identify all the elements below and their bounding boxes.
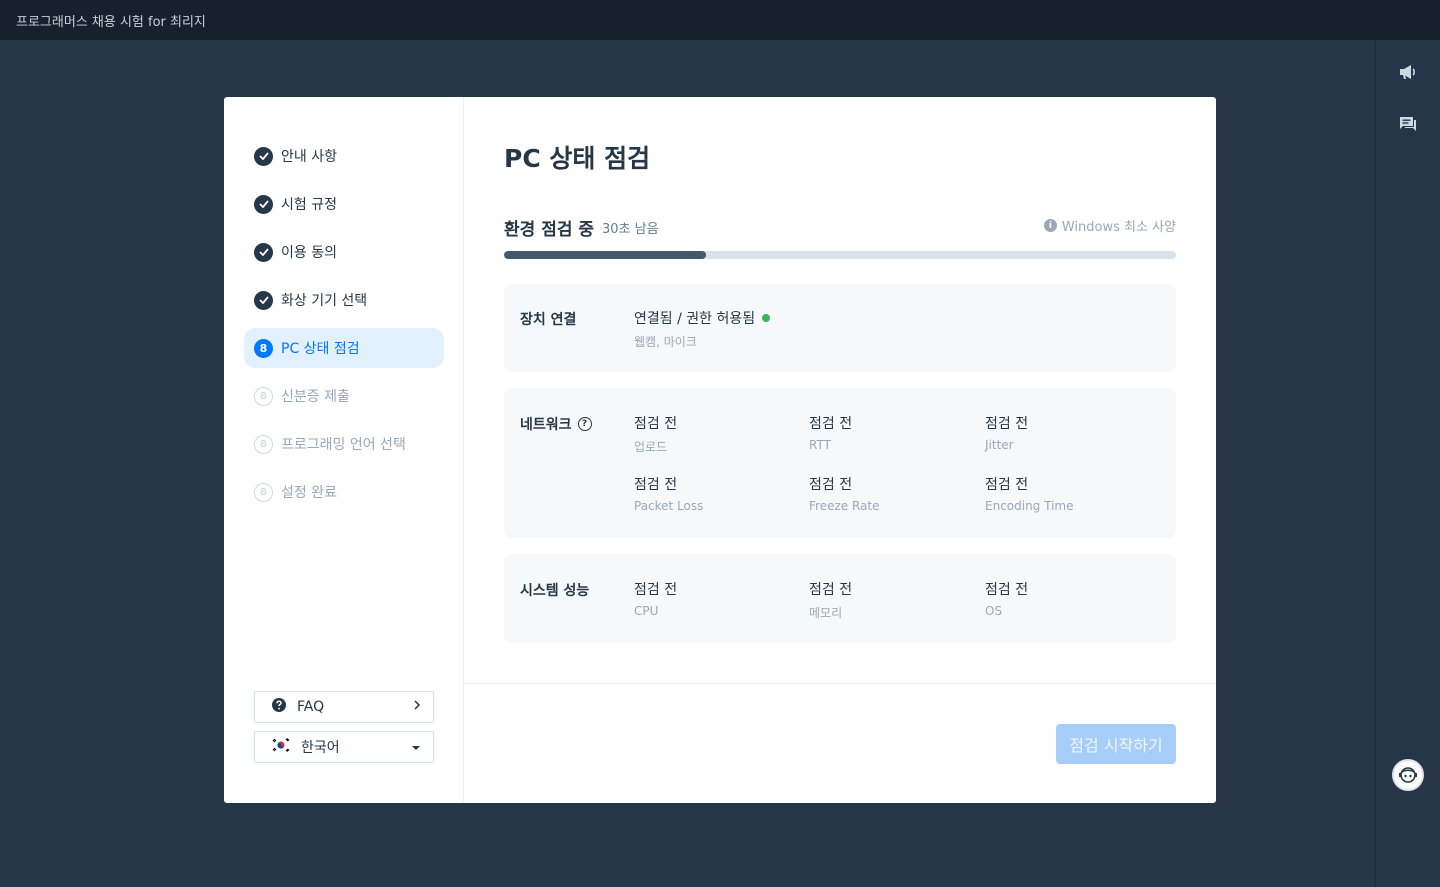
right-rail <box>1375 40 1440 887</box>
progress-title: 환경 점검 중 <box>504 220 595 240</box>
app-title: 프로그래머스 채용 시험 for 최리지 <box>16 15 206 30</box>
step-label: 안내 사항 <box>281 149 337 165</box>
metric-value: 점검 전 <box>634 416 678 432</box>
metric-packet-loss: 점검 전 Packet Loss <box>634 474 703 513</box>
check-icon <box>254 242 273 262</box>
metric-value: 점검 전 <box>809 582 853 598</box>
faq-label: FAQ <box>297 699 325 715</box>
step-label: 프로그래밍 언어 선택 <box>281 437 406 453</box>
network-title: 네트워크 <box>520 417 572 433</box>
metric-label: OS <box>985 604 1003 618</box>
korea-flag-icon <box>271 738 291 756</box>
top-bar: 프로그래머스 채용 시험 for 최리지 <box>0 0 1440 40</box>
check-icon <box>254 194 273 214</box>
setup-modal: 안내 사항 시험 규정 이용 동의 화상 기기 선택 8 PC 상태 점검 8 … <box>224 97 1216 803</box>
step-label: PC 상태 점검 <box>281 341 360 357</box>
metric-value: 점검 전 <box>985 416 1029 432</box>
step-item-notice[interactable]: 안내 사항 <box>244 136 444 176</box>
metric-label: Packet Loss <box>634 499 704 513</box>
system-card: 시스템 성능 점검 전 CPU 점검 전 메모리 점검 전 OS <box>504 554 1176 643</box>
progress-fill <box>504 251 706 259</box>
step-number-badge: 8 <box>254 338 273 358</box>
step-item-consent[interactable]: 이용 동의 <box>244 232 444 272</box>
status-dot <box>762 314 771 322</box>
chat-icon[interactable] <box>1396 112 1420 136</box>
metric-value: 점검 전 <box>634 477 678 493</box>
metric-value: 점검 전 <box>634 582 678 598</box>
language-select[interactable]: 한국어 <box>254 731 434 763</box>
windows-spec-link[interactable]: i Windows 최소 사양 <box>1043 216 1176 235</box>
metric-value: 점검 전 <box>985 477 1029 493</box>
chevron-right-icon <box>413 699 421 715</box>
check-icon <box>254 146 273 166</box>
metric-rtt: 점검 전 RTT <box>809 413 852 452</box>
metric-cpu: 점검 전 CPU <box>634 579 677 618</box>
step-number-badge: 8 <box>254 386 273 406</box>
step-number-badge: 8 <box>254 434 273 454</box>
metric-value: 점검 전 <box>809 416 853 432</box>
metric-label: Freeze Rate <box>809 499 880 513</box>
metric-jitter: 점검 전 Jitter <box>985 413 1028 452</box>
check-icon <box>254 290 273 310</box>
network-card: 네트워크 ? 점검 전 업로드 점검 전 RTT 점검 전 Jitter 점검 … <box>504 388 1176 538</box>
step-item-language: 8 프로그래밍 언어 선택 <box>244 424 444 464</box>
metric-value: 점검 전 <box>985 582 1029 598</box>
step-number-badge: 8 <box>254 482 273 502</box>
info-icon: i <box>1043 219 1057 232</box>
start-check-button[interactable]: 점검 시작하기 <box>1056 724 1176 764</box>
step-item-device[interactable]: 화상 기기 선택 <box>244 280 444 320</box>
support-avatar-icon[interactable] <box>1392 759 1424 791</box>
device-status-sub: 웹캠, 마이크 <box>634 335 697 349</box>
step-item-complete: 8 설정 완료 <box>244 472 444 512</box>
faq-button[interactable]: FAQ <box>254 691 434 723</box>
metric-memory: 점검 전 메모리 <box>809 579 852 621</box>
language-label: 한국어 <box>301 740 340 756</box>
help-icon[interactable]: ? <box>577 417 592 431</box>
device-status: 연결됨 / 권한 허용됨 웹캠, 마이크 <box>634 308 771 350</box>
step-list: 안내 사항 시험 규정 이용 동의 화상 기기 선택 8 PC 상태 점검 8 … <box>244 136 444 520</box>
device-title: 장치 연결 <box>520 312 577 328</box>
step-item-id-card: 8 신분증 제출 <box>244 376 444 416</box>
steps-sidebar: 안내 사항 시험 규정 이용 동의 화상 기기 선택 8 PC 상태 점검 8 … <box>224 97 464 803</box>
page-title: PC 상태 점검 <box>504 144 651 173</box>
step-label: 화상 기기 선택 <box>281 293 368 309</box>
metric-encoding-time: 점검 전 Encoding Time <box>985 474 1073 513</box>
megaphone-icon[interactable] <box>1396 60 1420 84</box>
step-label: 이용 동의 <box>281 245 337 261</box>
system-title: 시스템 성능 <box>520 583 590 599</box>
metric-label: Encoding Time <box>985 499 1074 513</box>
step-label: 시험 규정 <box>281 197 337 213</box>
question-circle-icon <box>271 697 287 717</box>
caret-down-icon <box>411 739 421 755</box>
metric-value: 점검 전 <box>809 477 853 493</box>
metric-freeze-rate: 점검 전 Freeze Rate <box>809 474 879 513</box>
device-status-value: 연결됨 / 권한 허용됨 <box>634 311 756 327</box>
metric-label: CPU <box>634 604 659 618</box>
metric-label: 업로드 <box>634 440 668 454</box>
windows-spec-label: Windows 최소 사양 <box>1061 220 1176 235</box>
progress-bar <box>504 251 1176 259</box>
progress-header: 환경 점검 중 30초 남음 i Windows 최소 사양 <box>504 214 1176 240</box>
footer-divider <box>464 683 1216 684</box>
step-item-rules[interactable]: 시험 규정 <box>244 184 444 224</box>
step-item-pc-check[interactable]: 8 PC 상태 점검 <box>244 328 444 368</box>
step-label: 설정 완료 <box>281 485 337 501</box>
network-title-wrap: 네트워크 ? <box>520 414 592 434</box>
metric-os: 점검 전 OS <box>985 579 1028 618</box>
metric-label: Jitter <box>985 438 1014 452</box>
main-panel: PC 상태 점검 환경 점검 중 30초 남음 i Windows 최소 사양 … <box>464 97 1216 803</box>
device-card: 장치 연결 연결됨 / 권한 허용됨 웹캠, 마이크 <box>504 284 1176 372</box>
metric-label: RTT <box>809 438 831 452</box>
metric-upload: 점검 전 업로드 <box>634 413 677 455</box>
metric-label: 메모리 <box>809 606 843 620</box>
time-remaining: 30초 남음 <box>602 222 659 237</box>
step-label: 신분증 제출 <box>281 389 350 405</box>
